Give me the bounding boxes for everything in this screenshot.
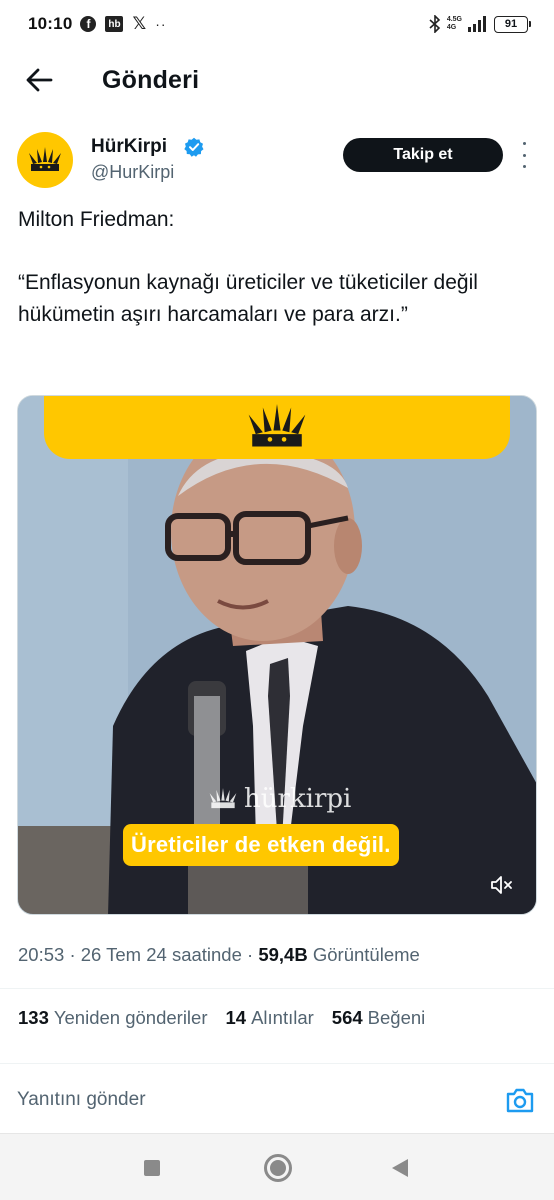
battery-level: 91 (504, 18, 518, 30)
display-name[interactable]: HürKirpi (91, 136, 167, 158)
reposts-stat[interactable]: 133 Yeniden gönderiler (18, 1007, 208, 1029)
bluetooth-icon (429, 15, 440, 33)
author-row: HürKirpi @HurKirpi Takip et (0, 128, 554, 192)
muted-speaker-icon[interactable] (490, 874, 514, 896)
video-caption: Üreticiler de etken değil. (123, 824, 399, 866)
battery-indicator: 91 (494, 15, 531, 33)
reposts-count: 133 (18, 1007, 49, 1028)
divider (0, 988, 554, 989)
meta-separator: · (247, 944, 259, 965)
page-header: Gönderi (0, 52, 554, 108)
more-notifications-icon: ·· (155, 16, 167, 32)
status-time: 10:10 (28, 14, 73, 33)
hurkirpi-logo-icon (248, 404, 306, 447)
meta-separator: · (69, 944, 81, 965)
recent-apps-icon[interactable] (144, 1160, 160, 1176)
page-title: Gönderi (102, 66, 200, 94)
notification-icons: f hb 𝕏 ·· (80, 14, 166, 34)
likes-stat[interactable]: 564 Beğeni (332, 1007, 425, 1029)
tweet-text: Milton Friedman: “Enflasyonun kaynağı ür… (18, 208, 478, 326)
hurkirpi-watermark-icon (209, 788, 237, 809)
home-icon[interactable] (264, 1154, 292, 1182)
quotes-stat[interactable]: 14 Alıntılar (226, 1007, 314, 1029)
reply-input[interactable]: Yanıtını gönder (17, 1089, 146, 1111)
tweet-meta: 20:53 · 26 Tem 24 saatinde · 59,4B Görün… (18, 944, 420, 966)
network-label-bottom: 4G (446, 24, 457, 31)
tweet-video[interactable]: hürkirpi Üreticiler de etken değil. (17, 395, 537, 915)
x-icon: 𝕏 (132, 14, 147, 33)
tweet-time[interactable]: 20:53 (18, 944, 64, 965)
video-watermark: hürkirpi (208, 784, 351, 814)
verified-badge-icon (184, 137, 204, 157)
network-label-top: 4.5G (446, 16, 462, 23)
quotes-count: 14 (225, 1007, 247, 1028)
system-icons: 4.5G 4G 91 (429, 15, 531, 33)
camera-icon[interactable] (505, 1086, 535, 1114)
tweet-date[interactable]: 26 Tem 24 saatinde (81, 944, 242, 965)
engagement-stats: 133 Yeniden gönderiler 14 Alıntılar 564 Beğ… (18, 1007, 425, 1029)
watermark-text: hürkirpi (244, 784, 352, 814)
likes-count: 564 (331, 1007, 363, 1028)
user-handle[interactable]: @HurKirpi (91, 162, 174, 183)
more-options-icon[interactable] (520, 142, 528, 168)
views-label: Görüntüleme (312, 944, 420, 965)
hurkirpi-logo-icon (29, 147, 61, 171)
android-nav-bar (0, 1133, 554, 1200)
views-count: 59,4B (258, 944, 308, 965)
reposts-label: Yeniden gönderiler (53, 1007, 208, 1028)
hb-icon: hb (105, 16, 124, 32)
quotes-label: Alıntılar (251, 1007, 314, 1028)
follow-button[interactable]: Takip et (343, 138, 503, 172)
reply-composer[interactable]: Yanıtını gönder (0, 1063, 554, 1133)
video-brand-banner (44, 396, 510, 459)
network-type: 4.5G 4G (447, 16, 462, 32)
facebook-icon: f (80, 16, 97, 32)
back-arrow-icon[interactable] (24, 65, 54, 95)
signal-icon (468, 16, 486, 32)
likes-label: Beğeni (367, 1007, 426, 1028)
status-bar: 10:10 f hb 𝕏 ·· 4.5G 4G 91 (0, 0, 554, 48)
system-back-icon[interactable] (392, 1159, 408, 1177)
avatar[interactable] (17, 132, 73, 188)
